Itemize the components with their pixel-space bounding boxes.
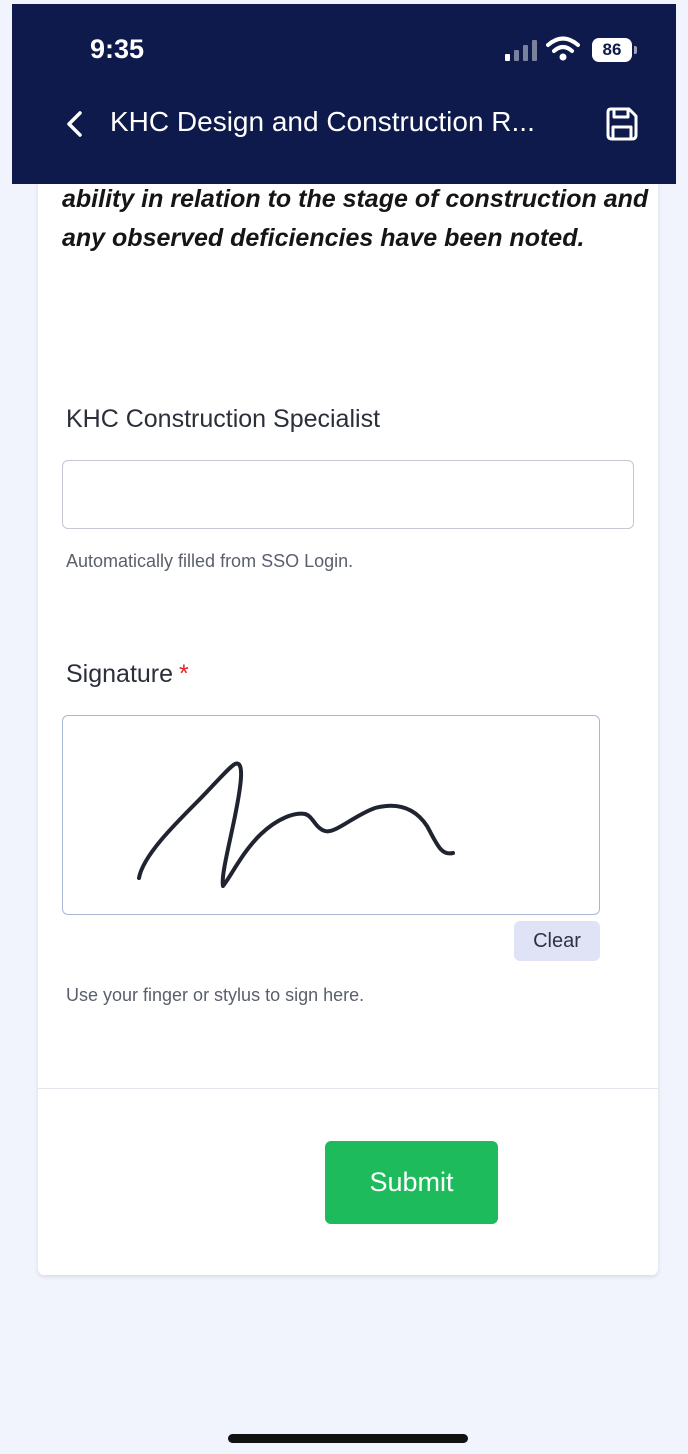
- signature-label-text: Signature: [66, 660, 174, 688]
- clear-signature-button[interactable]: Clear: [514, 921, 600, 961]
- signature-drawing: [137, 761, 455, 888]
- app-header: 9:35 86 KHC Design and Construction R...: [12, 4, 676, 184]
- construction-specialist-label: KHC Construction Specialist: [66, 405, 381, 433]
- battery-level: 86: [592, 38, 632, 62]
- form-card: ability in relation to the stage of cons…: [38, 150, 658, 1275]
- save-button[interactable]: [602, 104, 642, 144]
- chevron-left-icon: [67, 111, 82, 137]
- construction-specialist-input[interactable]: [62, 460, 634, 529]
- battery-icon: 86: [592, 38, 638, 62]
- signature-pad[interactable]: [62, 715, 600, 915]
- page-title: KHC Design and Construction R...: [110, 106, 535, 137]
- signal-icon: [505, 40, 537, 61]
- sso-help-text: Automatically filled from SSO Login.: [66, 551, 354, 571]
- signature-label: Signature *: [66, 660, 189, 689]
- save-icon: [606, 107, 638, 141]
- submit-button[interactable]: Submit: [325, 1141, 498, 1224]
- wifi-icon: [546, 36, 580, 61]
- signature-help-text: Use your finger or stylus to sign here.: [66, 985, 365, 1005]
- divider: [38, 1088, 658, 1089]
- attestation-statement: ability in relation to the stage of cons…: [62, 185, 649, 252]
- required-indicator: *: [179, 660, 189, 688]
- status-time: 9:35: [90, 34, 145, 64]
- battery-tip: [634, 46, 637, 54]
- home-indicator[interactable]: [228, 1434, 468, 1443]
- screen: ability in relation to the stage of cons…: [0, 0, 688, 1454]
- back-button[interactable]: [60, 104, 90, 144]
